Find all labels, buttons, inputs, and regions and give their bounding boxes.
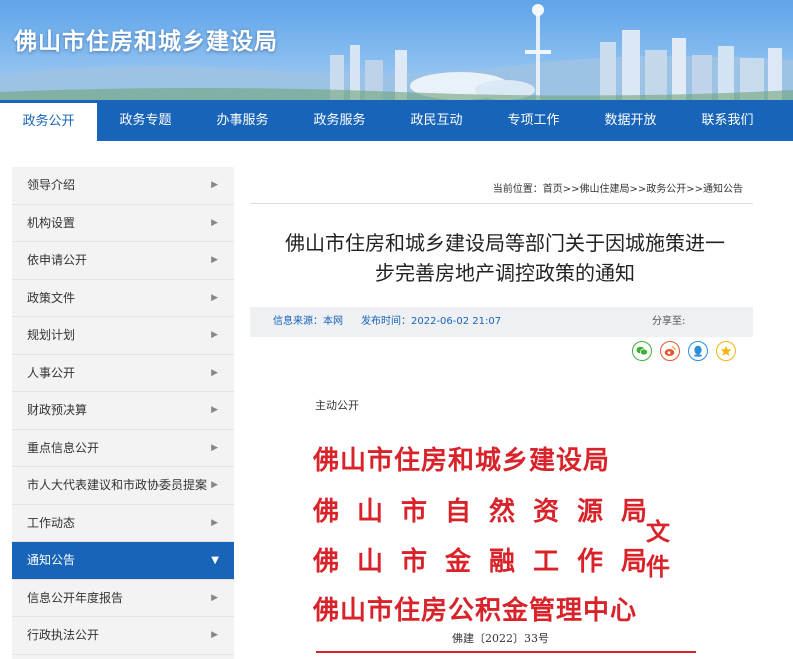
chevron-right-icon: ▶ xyxy=(211,180,218,190)
sidebar-item-label: 政策文件 xyxy=(27,290,76,305)
chevron-right-icon: ▶ xyxy=(211,367,218,378)
issuing-authority: 佛山市住房公积金管理中心 xyxy=(313,596,638,626)
sidebar-item[interactable]: 规划计划 ▶ xyxy=(12,317,234,355)
chevron-right-icon: ▶ xyxy=(211,480,218,490)
nav-item-zhuanxiang-gongzuo[interactable]: 专项工作 xyxy=(485,100,582,141)
chevron-right-icon: ▶ xyxy=(211,442,218,453)
wechat-icon[interactable] xyxy=(632,341,652,361)
breadcrumb-divider xyxy=(250,203,753,204)
site-title: 佛山市住房和城乡建设局 xyxy=(14,29,278,55)
info-source: 信息来源：本网 xyxy=(273,316,343,327)
article-title-line: 步完善房地产调控政策的通知 xyxy=(375,261,635,285)
document-red-rule xyxy=(316,651,696,653)
qq-icon[interactable] xyxy=(688,341,708,361)
sidebar-item-label: 领导介绍 xyxy=(27,178,76,192)
chevron-right-icon: ▶ xyxy=(211,217,218,228)
sidebar: 领导介绍 ▶ 机构设置 ▶ 依申请公开 ▶ 政策文件 ▶ 规划计划 ▶ 人事公开 ▶ 财政预… xyxy=(12,167,234,659)
sidebar-item[interactable]: 政策文件 ▶ xyxy=(12,280,234,317)
sidebar-item[interactable]: 财政预决算 ▶ xyxy=(12,392,234,430)
sidebar-item-label: 规划计划 xyxy=(27,328,76,342)
chevron-right-icon: ▶ xyxy=(211,517,218,528)
document-number: 佛建〔2022〕33号 xyxy=(452,632,549,645)
sidebar-item[interactable]: 人事公开 ▶ xyxy=(12,355,234,392)
nav-item-banshi-fuwu[interactable]: 办事服务 xyxy=(194,100,291,141)
caret-down-icon: ▼ xyxy=(211,555,219,566)
share-label: 分享至: xyxy=(652,316,686,327)
sidebar-item-active[interactable]: 通知公告 ▼ xyxy=(12,542,234,580)
nav-item-zhengwu-zhuanti[interactable]: 政务专题 xyxy=(97,100,194,141)
qzone-icon[interactable] xyxy=(716,341,736,361)
header-banner: 佛山市住房和城乡建设局 xyxy=(0,0,793,100)
sidebar-item-label: 信息公开年度报告 xyxy=(27,590,124,605)
breadcrumb[interactable]: 当前位置：首页>>佛山住建局>>政务公开>>通知公告 xyxy=(250,180,743,195)
chevron-right-icon: ▶ xyxy=(211,405,218,415)
document-suffix: 文件 xyxy=(646,517,670,581)
sidebar-item[interactable]: 领导介绍 ▶ xyxy=(12,167,234,205)
sidebar-item[interactable]: 市人大代表建议和市政协委员提案 ▶ xyxy=(12,467,234,505)
issuing-authority: 佛山市自然资源局 xyxy=(313,497,666,527)
article-title: 佛山市住房和城乡建设局等部门关于因城施策进一 步完善房地产调控政策的通知 xyxy=(250,228,760,288)
main-nav: 政务公开 政务专题 办事服务 政务服务 政民互动 专项工作 数据开放 联系我们 xyxy=(0,100,793,141)
sidebar-item[interactable]: 信息公开年度报告 ▶ xyxy=(12,580,234,617)
share-icons xyxy=(632,341,736,361)
sidebar-item-label: 机构设置 xyxy=(27,215,76,230)
nav-item-zhengwu-gongkai[interactable]: 政务公开 xyxy=(0,100,97,141)
sidebar-item-label: 工作动态 xyxy=(27,515,76,530)
nav-item-shuju-kaifang[interactable]: 数据开放 xyxy=(582,100,679,141)
chevron-right-icon: ▶ xyxy=(211,292,218,303)
sidebar-item-label: 依申请公开 xyxy=(27,253,88,267)
article-meta-bar: 信息来源：本网 发布时间：2022-06-02 21:07 分享至: xyxy=(250,307,753,337)
sidebar-item[interactable]: 机构设置 ▶ xyxy=(12,205,234,242)
weibo-icon[interactable] xyxy=(660,341,680,361)
sidebar-item[interactable]: 工作动态 ▶ xyxy=(12,505,234,542)
nav-item-zhengwu-fuwu[interactable]: 政务服务 xyxy=(291,100,388,141)
publish-time: 发布时间：2022-06-02 21:07 xyxy=(361,316,502,327)
chevron-right-icon: ▶ xyxy=(211,592,218,603)
issuing-authority: 佛山市住房和城乡建设局 xyxy=(313,446,611,476)
public-disclosure-tag: 主动公开 xyxy=(315,399,359,412)
nav-item-lianxi-women[interactable]: 联系我们 xyxy=(679,100,776,141)
sidebar-item[interactable]: 重点信息公开 ▶ xyxy=(12,430,234,467)
nav-item-zhengmin-hudong[interactable]: 政民互动 xyxy=(388,100,485,141)
sidebar-item[interactable]: 依申请公开 ▶ xyxy=(12,242,234,280)
sidebar-item-label: 通知公告 xyxy=(27,553,76,567)
sidebar-item[interactable]: 行政执法公开 ▶ xyxy=(12,617,234,655)
chevron-right-icon: ▶ xyxy=(211,630,218,640)
chevron-right-icon: ▶ xyxy=(211,330,218,340)
sidebar-item-label: 财政预决算 xyxy=(27,403,88,417)
chevron-right-icon: ▶ xyxy=(211,255,218,265)
sidebar-item-label: 行政执法公开 xyxy=(27,628,100,642)
sidebar-item-label: 市人大代表建议和市政协委员提案 xyxy=(27,478,208,492)
issuing-authority: 佛山市金融工作局 xyxy=(313,547,666,577)
sidebar-item-label: 人事公开 xyxy=(27,365,76,380)
article-title-line: 佛山市住房和城乡建设局等部门关于因城施策进一 xyxy=(285,231,725,255)
sidebar-item-label: 重点信息公开 xyxy=(27,440,100,455)
